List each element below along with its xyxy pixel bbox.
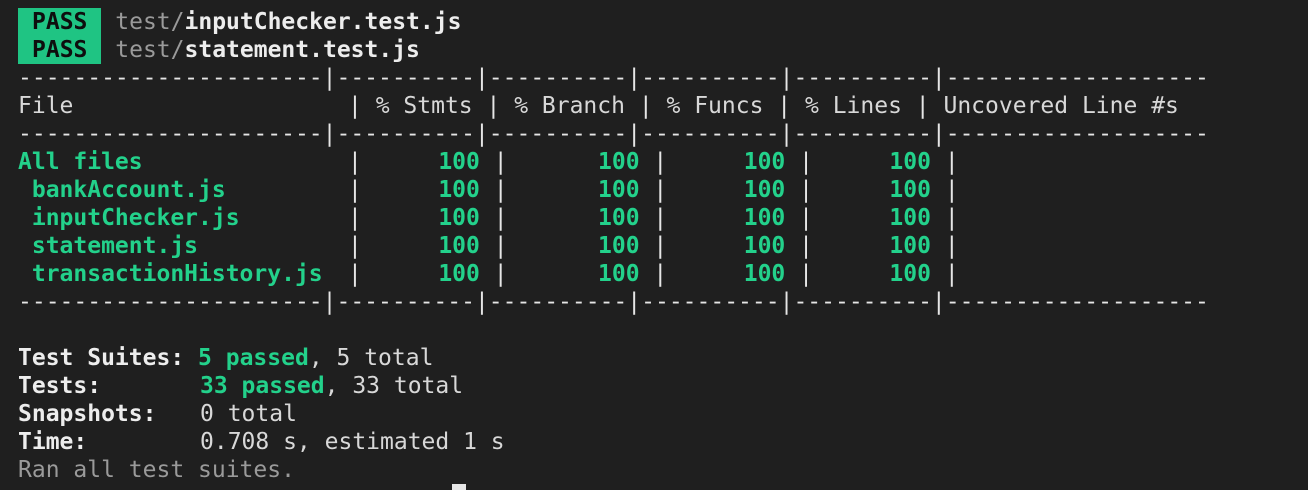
table-row: All files | 100 | 100 | 100 | 100 | [18, 148, 1308, 176]
column-separator: | [472, 93, 515, 119]
test-file-name: inputChecker.test.js [184, 9, 462, 35]
summary-suites: Test Suites: 5 passed, 5 total [18, 344, 1308, 372]
terminal-window: PASS test/inputChecker.test.js PASS test… [0, 0, 1308, 490]
summary-tests: Tests: 33 passed, 33 total [18, 372, 1308, 400]
header-stmts: % Stmts [375, 93, 473, 119]
pass-badge: PASS [18, 36, 102, 64]
header-lines: % Lines [805, 93, 902, 119]
column-separator: | [479, 149, 508, 175]
column-separator: | [479, 261, 508, 287]
time-label: Time: [18, 429, 88, 455]
row-branch: 100 [598, 149, 640, 175]
column-separator: | [785, 261, 813, 287]
column-separator: | [624, 93, 667, 119]
ran-all-message: Ran all test suites. [18, 457, 295, 483]
column-separator: | [785, 233, 813, 259]
time-value: 0.708 s, estimated 1 s [200, 429, 505, 455]
table-rule-top: ----------------------|----------|------… [18, 65, 1209, 91]
row-lines: 100 [889, 149, 931, 175]
column-separator: | [639, 205, 668, 231]
suites-passed: 5 passed [198, 345, 309, 371]
row-lines: 100 [889, 205, 931, 231]
tests-passed: 33 passed [200, 373, 325, 399]
terminal-cursor [452, 484, 466, 490]
column-separator: | [348, 93, 376, 119]
table-row: transactionHistory.js | 100 | 100 | 100 | 100… [18, 260, 1308, 288]
row-stmts: 100 [438, 233, 480, 259]
row-funcs: 100 [743, 177, 786, 203]
table-body: All files | 100 | 100 | 100 | 100 | bankAccou… [18, 148, 1308, 288]
snapshots-value: 0 total [200, 401, 297, 427]
column-separator: | [348, 261, 362, 287]
summary-snapshots: Snapshots: 0 total [18, 400, 1308, 428]
test-file-name: statement.test.js [184, 37, 420, 63]
column-separator: | [639, 261, 668, 287]
column-separator: | [479, 233, 508, 259]
pass-line-1: PASS test/inputChecker.test.js [18, 8, 1308, 36]
row-funcs: 100 [743, 233, 786, 259]
row-lines: 100 [889, 177, 931, 203]
tests-total: , 33 total [324, 373, 464, 399]
row-funcs: 100 [743, 205, 786, 231]
pass-line-2: PASS test/statement.test.js [18, 36, 1308, 64]
column-separator: | [348, 177, 362, 203]
table-header-row: File | % Stmts | % Branch | % Funcs | % L… [18, 92, 1308, 120]
row-lines: 100 [889, 233, 931, 259]
row-file-name: statement.js [18, 233, 199, 259]
header-funcs: % Funcs [666, 93, 764, 119]
column-separator: | [639, 149, 668, 175]
row-stmts: 100 [438, 177, 480, 203]
column-separator: | [930, 233, 959, 259]
column-separator: | [479, 177, 508, 203]
column-separator: | [348, 149, 362, 175]
header-uncovered: Uncovered Line #s [943, 93, 1179, 119]
row-funcs: 100 [743, 261, 786, 287]
row-file-name: bankAccount.js [18, 177, 226, 203]
column-separator: | [639, 177, 668, 203]
column-separator: | [348, 233, 362, 259]
column-separator: | [930, 261, 959, 287]
column-separator: | [930, 205, 959, 231]
row-branch: 100 [598, 261, 640, 287]
suites-total: , 5 total [308, 345, 434, 371]
header-branch: % Branch [514, 93, 625, 119]
row-branch: 100 [598, 205, 640, 231]
row-file-name: inputChecker.js [18, 205, 240, 231]
snapshots-label: Snapshots: [18, 401, 157, 427]
column-separator: | [639, 233, 668, 259]
test-dir: test/ [115, 9, 185, 35]
column-separator: | [930, 177, 959, 203]
row-file-name: All files [18, 149, 143, 175]
header-file: File [18, 93, 74, 119]
table-row: inputChecker.js | 100 | 100 | 100 | 100 | [18, 204, 1308, 232]
table-row: statement.js | 100 | 100 | 100 | 100 | [18, 232, 1308, 260]
row-stmts: 100 [438, 149, 480, 175]
table-row: bankAccount.js | 100 | 100 | 100 | 100 | [18, 176, 1308, 204]
column-separator: | [348, 205, 362, 231]
column-separator: | [479, 205, 508, 231]
suites-label: Test Suites: [18, 345, 185, 371]
row-stmts: 100 [438, 205, 480, 231]
pass-badge: PASS [18, 8, 102, 36]
row-branch: 100 [598, 177, 640, 203]
column-separator: | [785, 177, 813, 203]
row-branch: 100 [598, 233, 640, 259]
column-separator: | [785, 149, 813, 175]
row-stmts: 100 [438, 261, 480, 287]
test-dir: test/ [115, 37, 185, 63]
column-separator: | [930, 149, 959, 175]
column-separator: | [785, 205, 813, 231]
row-file-name: transactionHistory.js [18, 261, 323, 287]
row-lines: 100 [889, 261, 931, 287]
row-funcs: 100 [743, 149, 786, 175]
tests-label: Tests: [18, 373, 102, 399]
column-separator: | [763, 93, 805, 119]
table-rule-mid: ----------------------|----------|------… [18, 121, 1209, 147]
column-separator: | [901, 93, 944, 119]
summary-time: Time: 0.708 s, estimated 1 s [18, 428, 1308, 456]
table-rule-bottom: ----------------------|----------|------… [18, 289, 1209, 315]
